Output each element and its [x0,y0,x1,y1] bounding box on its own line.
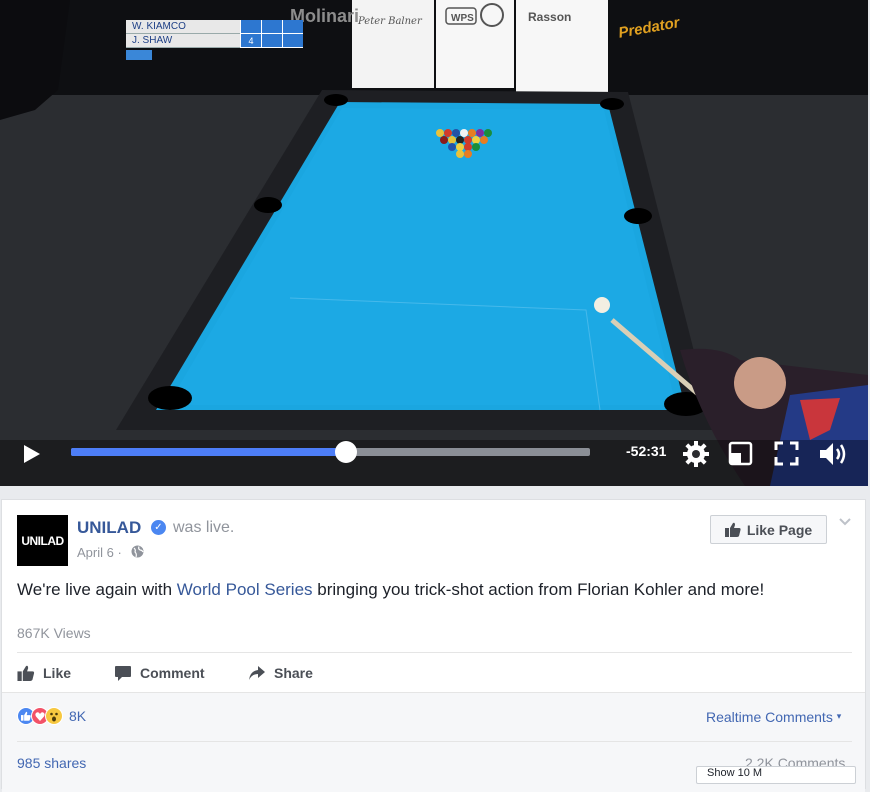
post-message: We're live again with World Pool Series … [17,580,764,600]
thumbs-up-icon [724,522,741,537]
scoreboard-row: W. KIAMCO [126,20,304,34]
world-pool-series-link[interactable]: World Pool Series [177,580,313,599]
player-name: W. KIAMCO [126,20,240,34]
caret-down-icon: ▾ [836,711,842,721]
fullscreen-icon[interactable] [774,441,799,466]
comment-label: Comment [140,665,205,681]
like-label: Like [43,665,72,681]
post-date[interactable]: April 6 · [77,545,122,560]
thumbs-up-icon [17,665,35,681]
score-cell [261,20,282,34]
share-button[interactable]: Share [248,663,313,683]
live-status: was live. [173,519,235,536]
gear-icon[interactable] [682,440,710,468]
score-cell: 4 [240,34,261,48]
scoreboard-logo [126,50,152,60]
scoreboard: W. KIAMCO J. SHAW 4 [126,20,304,60]
progress-scrubber[interactable] [335,441,358,463]
banner-molinari [352,0,434,88]
share-label: Share [274,665,313,681]
view-count: 867K Views [17,625,91,641]
volume-icon[interactable] [818,440,848,468]
comment-icon [115,665,131,681]
wow-reaction-icon [45,707,63,725]
reaction-count[interactable]: 8K [69,708,86,724]
verified-badge-icon: ✓ [151,520,166,535]
date-separator: · [117,545,122,560]
play-icon[interactable] [22,444,42,464]
share-arrow-icon [249,666,265,680]
score-cell [282,34,303,48]
time-remaining: -52:31 [626,443,667,459]
banner-text-wps: WPS [451,13,474,24]
progress-bar[interactable] [71,441,590,463]
progress-fill [71,448,347,456]
shares-link[interactable]: 985 shares [17,755,86,771]
page-name-link[interactable]: UNILAD [77,518,141,538]
post-text-start: We're live again with [17,580,177,599]
post-card: UNILAD UNILAD ✓ was live. April 6 · Like… [1,499,866,792]
score-cell [261,34,282,48]
like-page-button[interactable]: Like Page [710,515,827,544]
cue-ball [594,297,610,313]
video-player[interactable]: Molinari Peter Balner WPS Rasson Predato… [0,0,868,486]
video-controls: -52:31 [0,434,868,474]
banner-text-rasson: Rasson [528,10,571,24]
banner-text-balner: Peter Balner [357,16,423,27]
post-text-end: bringing you trick-shot action from Flor… [312,580,765,599]
player-name: J. SHAW [126,34,240,48]
like-button[interactable]: Like [17,663,71,683]
realtime-comments-dropdown[interactable]: Realtime Comments ▾ [706,709,841,725]
chevron-down-icon[interactable] [838,516,852,528]
realtime-comments-label: Realtime Comments [706,709,833,725]
show-more-comments-button[interactable]: Show 10 M [696,766,856,784]
like-page-label: Like Page [746,521,813,538]
globe-icon [131,545,144,558]
pool-table-scene: Molinari Peter Balner WPS Rasson Predato… [0,0,868,486]
divider [17,652,852,653]
reactions-summary[interactable]: 8K [17,707,86,725]
avatar[interactable]: UNILAD [17,515,68,566]
scoreboard-row: J. SHAW 4 [126,34,304,48]
picture-in-picture-icon[interactable] [728,441,753,466]
score-cell [282,20,303,34]
post-date-text[interactable]: April 6 [77,545,114,560]
score-cell [240,20,261,34]
comment-button[interactable]: Comment [114,663,205,683]
divider [17,741,852,742]
